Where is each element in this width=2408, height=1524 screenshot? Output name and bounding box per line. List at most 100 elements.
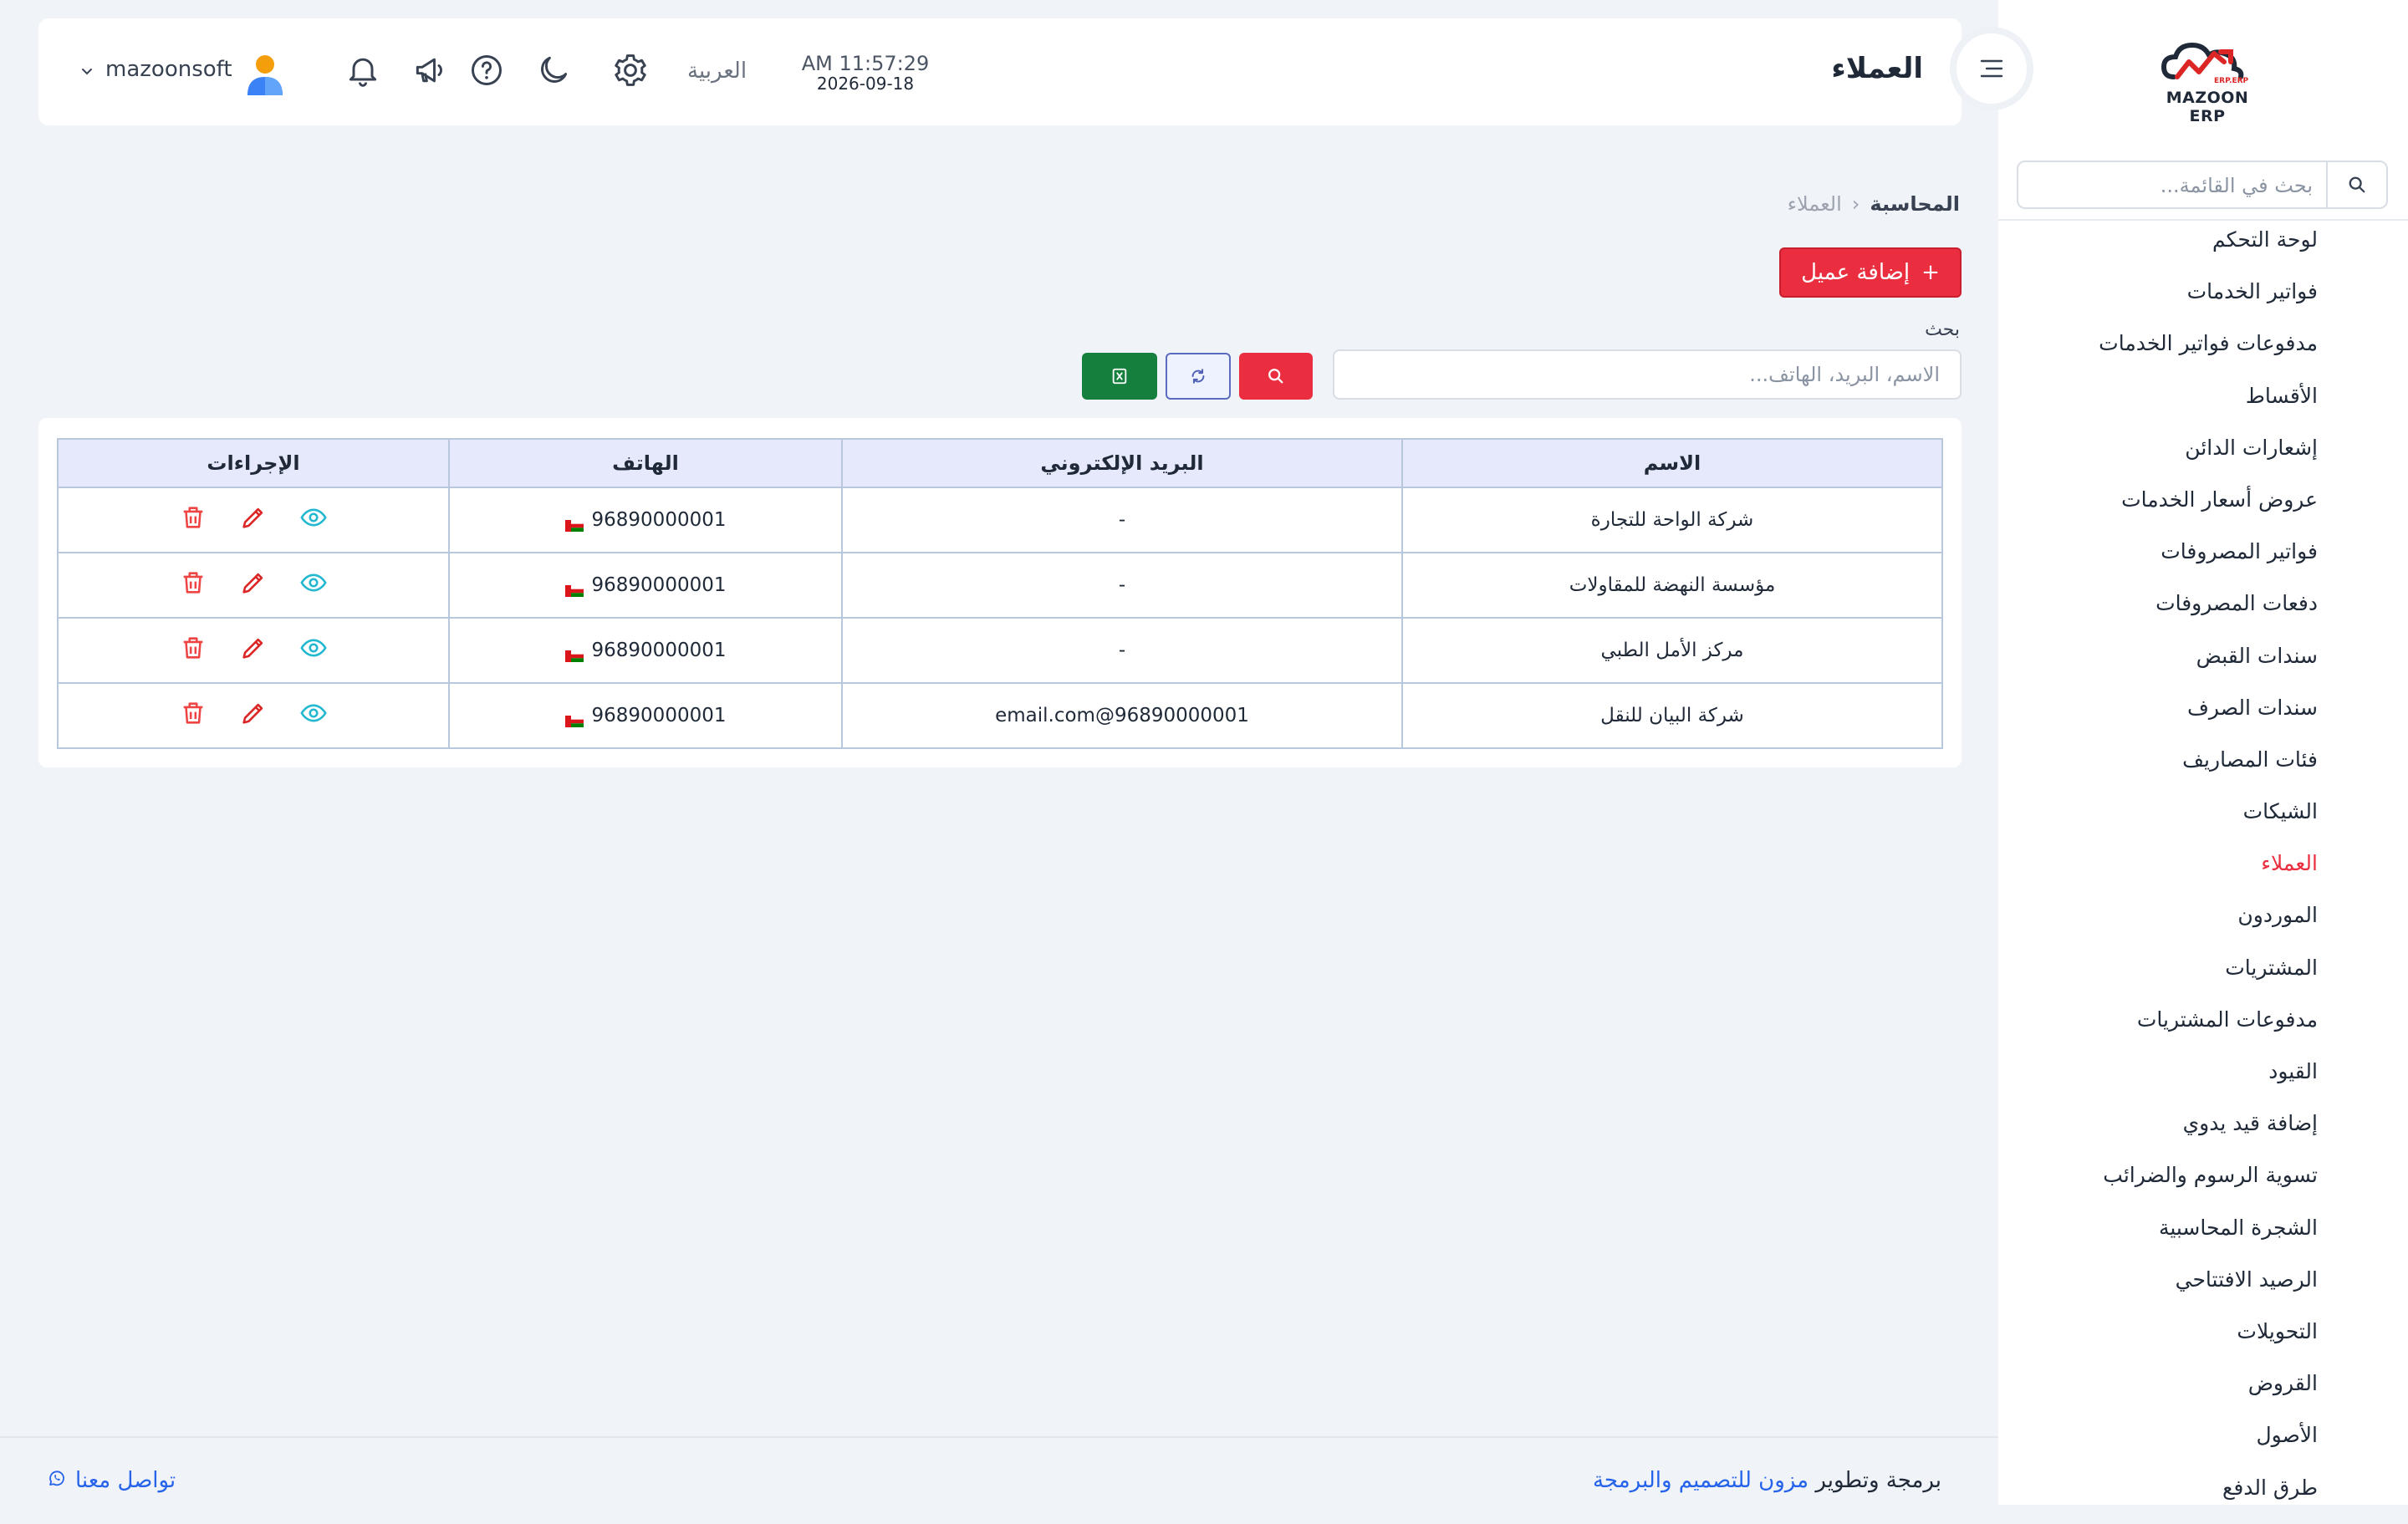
top-header: العملاء AM 11:57:29 2026-09-18 العربية m…: [38, 18, 1962, 125]
column-header-actions: الإجراءات: [57, 438, 450, 488]
search-input[interactable]: الاسم، البريد، الهاتف...: [1333, 349, 1962, 400]
sidebar-item[interactable]: الموردون: [1967, 900, 2318, 951]
pencil-icon[interactable]: [239, 503, 268, 532]
search-label: بحث: [1925, 319, 1960, 340]
column-header-phone[interactable]: الهاتف: [448, 438, 843, 488]
refresh-icon: [1191, 369, 1205, 384]
sidebar-item-customers[interactable]: العملاء: [1967, 848, 2318, 900]
pencil-icon[interactable]: [239, 634, 268, 662]
add-customer-label: إضافة عميل: [1801, 260, 1911, 285]
sidebar-item[interactable]: إضافة قيد يدوي: [1967, 1108, 2318, 1160]
sidebar-search[interactable]: بحث في القائمة...: [2017, 161, 2388, 209]
trash-icon[interactable]: [179, 503, 207, 532]
contact-us-link[interactable]: تواصل معنا: [47, 1468, 176, 1494]
sidebar-item[interactable]: فواتير الخدمات: [1967, 276, 2318, 328]
cell-email: -: [841, 487, 1403, 553]
table-header-row: الاسم البريد الإلكتروني الهاتف الإجراءات: [57, 438, 1943, 488]
language-switch[interactable]: العربية: [687, 59, 747, 84]
excel-icon: [1112, 368, 1127, 385]
eye-icon[interactable]: [299, 503, 328, 532]
oman-flag-icon: [564, 645, 584, 662]
sidebar-item[interactable]: القروض: [1967, 1368, 2318, 1420]
search-button[interactable]: [1239, 353, 1313, 400]
credit-prefix: برمجة وتطوير: [1815, 1468, 1941, 1493]
credit-link[interactable]: مزون للتصميم والبرمجة: [1593, 1468, 1809, 1493]
eye-icon[interactable]: [299, 634, 328, 662]
oman-flag-icon: [564, 580, 584, 597]
cell-name: مؤسسة النهضة للمقاولات: [1401, 552, 1943, 619]
cell-actions: [57, 617, 450, 684]
breadcrumb: المحاسبة ‹ العملاء: [1788, 192, 1960, 216]
contact-label: تواصل معنا: [75, 1468, 176, 1493]
refresh-button[interactable]: [1166, 353, 1231, 400]
sidebar: ERP.ERP MAZOON ERP بحث في القائمة... لوح…: [1998, 0, 2408, 1505]
sidebar-item[interactable]: فئات المصاريف: [1967, 744, 2318, 796]
help-icon[interactable]: [468, 52, 505, 89]
sidebar-toggle-button[interactable]: [1956, 33, 2027, 104]
export-excel-button[interactable]: [1082, 353, 1157, 400]
avatar[interactable]: [244, 52, 286, 95]
sidebar-item[interactable]: لوحة التحكم: [1967, 224, 2318, 276]
hamburger-icon: [1980, 59, 2003, 78]
sidebar-item[interactable]: سندات الصرف: [1967, 692, 2318, 744]
trash-icon[interactable]: [179, 634, 207, 662]
logo-text: MAZOON ERP: [2166, 89, 2249, 125]
cell-actions: [57, 487, 450, 553]
phone-number: 96890000001: [591, 640, 727, 661]
chevron-down-icon[interactable]: [80, 64, 94, 79]
sidebar-search-input[interactable]: بحث في القائمة...: [2161, 174, 2313, 197]
sidebar-item[interactable]: طرق الدفع: [1967, 1472, 2318, 1524]
table-row: مركز الأمل الطبي - 96890000001: [57, 617, 1943, 684]
cell-email: -: [841, 617, 1403, 684]
search-icon: [2348, 176, 2366, 197]
sidebar-item[interactable]: مدفوعات فواتير الخدمات: [1967, 328, 2318, 380]
customers-table: الاسم البريد الإلكتروني الهاتف الإجراءات…: [57, 438, 1943, 749]
pencil-icon[interactable]: [239, 568, 268, 597]
table-row: شركة البيان للنقل email.com@96890000001 …: [57, 682, 1943, 749]
cell-phone: 96890000001: [448, 682, 843, 749]
sidebar-item[interactable]: مدفوعات المشتريات: [1967, 1004, 2318, 1056]
username[interactable]: mazoonsoft: [105, 57, 232, 82]
sidebar-item[interactable]: الشجرة المحاسبية: [1967, 1212, 2318, 1264]
sidebar-item[interactable]: سندات القبض: [1967, 640, 2318, 692]
sidebar-item[interactable]: الشيكات: [1967, 796, 2318, 848]
sidebar-divider: [1998, 219, 2408, 221]
cell-actions: [57, 552, 450, 619]
cell-name: شركة الواحة للتجارة: [1401, 487, 1943, 553]
eye-icon[interactable]: [299, 699, 328, 727]
bell-icon[interactable]: [344, 52, 381, 89]
footer-divider: [0, 1436, 1998, 1438]
trash-icon[interactable]: [179, 699, 207, 727]
sidebar-item[interactable]: عروض أسعار الخدمات: [1967, 484, 2318, 536]
phone-number: 96890000001: [591, 574, 727, 596]
cell-phone: 96890000001: [448, 487, 843, 553]
sidebar-item[interactable]: تسوية الرسوم والضرائب: [1967, 1160, 2318, 1211]
column-header-email[interactable]: البريد الإلكتروني: [841, 438, 1403, 488]
settings-icon[interactable]: [612, 52, 649, 89]
sidebar-item[interactable]: دفعات المصروفات: [1967, 588, 2318, 640]
sidebar-menu: لوحة التحكم فواتير الخدمات مدفوعات فواتي…: [1967, 224, 2318, 1524]
add-customer-button[interactable]: + إضافة عميل: [1779, 247, 1962, 298]
brand-logo[interactable]: ERP.ERP MAZOON ERP: [2149, 33, 2266, 125]
sidebar-item[interactable]: المشتريات: [1967, 952, 2318, 1004]
chevron-left-icon: ‹: [1851, 192, 1860, 216]
sidebar-item[interactable]: إشعارات الدائن: [1967, 432, 2318, 484]
oman-flag-icon: [564, 515, 584, 532]
moon-icon[interactable]: [535, 52, 572, 89]
trash-icon[interactable]: [179, 568, 207, 597]
megaphone-icon[interactable]: [411, 52, 448, 89]
logo-subtext: ERP.ERP: [2214, 77, 2249, 85]
table-row: مؤسسة النهضة للمقاولات - 96890000001: [57, 552, 1943, 619]
sidebar-item[interactable]: فواتير المصروفات: [1967, 536, 2318, 588]
sidebar-item[interactable]: الأصول: [1967, 1420, 2318, 1471]
whatsapp-icon: [47, 1468, 67, 1494]
page-title: العملاء: [1831, 52, 1923, 85]
sidebar-item[interactable]: التحويلات: [1967, 1316, 2318, 1368]
sidebar-item[interactable]: القيود: [1967, 1056, 2318, 1108]
breadcrumb-parent[interactable]: المحاسبة: [1870, 192, 1960, 216]
pencil-icon[interactable]: [239, 699, 268, 727]
column-header-name[interactable]: الاسم: [1401, 438, 1943, 488]
sidebar-item[interactable]: الرصيد الافتتاحي: [1967, 1264, 2318, 1316]
eye-icon[interactable]: [299, 568, 328, 597]
sidebar-item[interactable]: الأقساط: [1967, 380, 2318, 432]
